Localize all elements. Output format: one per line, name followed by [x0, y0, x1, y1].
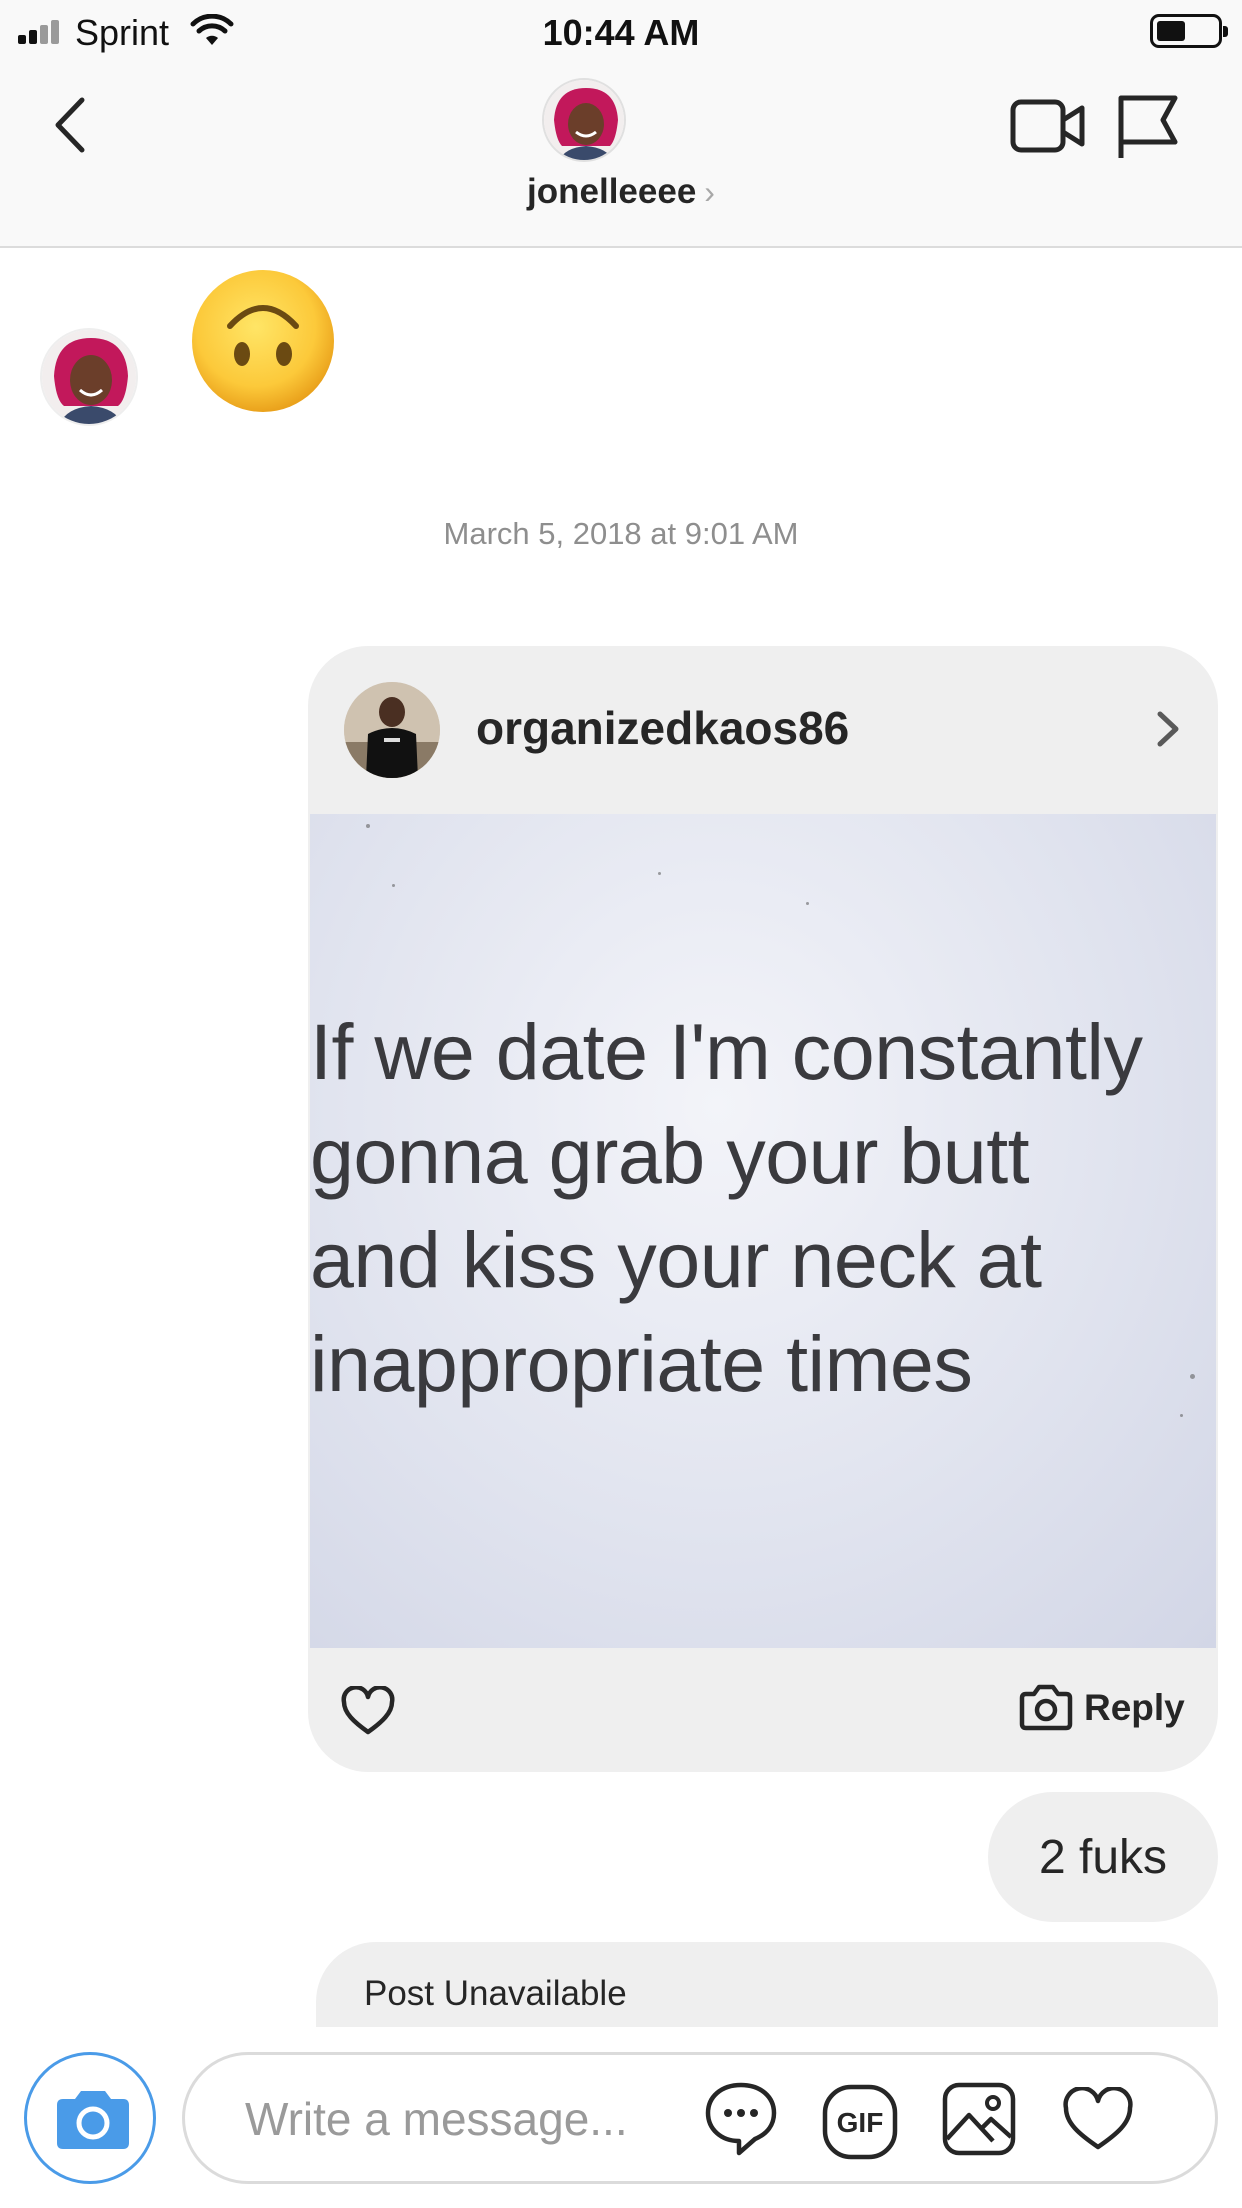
chat-bubble-dots-icon — [705, 2082, 777, 2156]
gif-button[interactable]: GIF — [821, 2083, 899, 2166]
heart-icon — [341, 1685, 395, 1735]
post-image-text-line: If we date I'm constantly — [310, 1007, 1143, 1096]
shared-post-image[interactable]: If we date I'm constantly gonna grab you… — [310, 814, 1216, 1648]
post-unavailable-label: Post Unavailable — [364, 1974, 627, 2013]
back-chevron-icon — [55, 97, 85, 153]
post-image-text: If we date I'm constantly gonna grab you… — [310, 1000, 1216, 1416]
clock: 10:44 AM — [542, 12, 700, 53]
message-timestamp: March 5, 2018 at 9:01 AM — [443, 516, 799, 551]
post-author-username: organizedkaos86 — [476, 702, 850, 754]
camera-icon — [57, 2091, 129, 2149]
video-camera-icon — [1010, 99, 1085, 153]
camera-button[interactable] — [24, 2052, 156, 2184]
reply-label: Reply — [1084, 1687, 1185, 1728]
chevron-right-icon: › — [704, 174, 715, 210]
svg-text:GIF: GIF — [837, 2107, 884, 2138]
message-input[interactable] — [245, 2089, 685, 2149]
report-flag-button[interactable] — [1115, 92, 1179, 167]
heart-icon — [1063, 2085, 1133, 2150]
sender-avatar[interactable] — [40, 328, 138, 426]
username-label: jonelleeee — [527, 172, 697, 211]
post-image-text-line: inappropriate times — [310, 1319, 973, 1408]
post-image-text-line: gonna grab your butt — [310, 1111, 1030, 1200]
chevron-right-icon — [1154, 708, 1182, 755]
status-bar: Sprint 10:44 AM — [0, 0, 1242, 62]
shared-post-header[interactable]: organizedkaos86 — [308, 646, 1218, 814]
post-image-text-line: and kiss your neck at — [310, 1215, 1042, 1304]
post-author-avatar — [344, 682, 440, 778]
reply-button[interactable]: Reply — [1018, 1684, 1185, 1732]
sent-message-text: 2 fuks — [1038, 1830, 1168, 1884]
message-composer: GIF — [182, 2052, 1218, 2184]
like-button[interactable] — [340, 1685, 396, 1741]
image-gallery-icon — [942, 2082, 1016, 2156]
gallery-button[interactable] — [941, 2081, 1017, 2162]
sent-message-bubble[interactable]: 2 fuks — [988, 1792, 1218, 1922]
camera-icon — [1019, 1684, 1073, 1731]
upside-down-face-icon — [192, 270, 334, 412]
quick-reply-button[interactable] — [703, 2079, 779, 2164]
like-heart-button[interactable] — [1061, 2085, 1135, 2158]
back-button[interactable] — [48, 90, 98, 160]
conversation-username[interactable]: jonelleeee › — [0, 172, 1242, 212]
flag-icon — [1118, 95, 1178, 158]
gif-icon: GIF — [822, 2084, 898, 2160]
battery-icon — [1150, 14, 1228, 48]
video-call-button[interactable] — [1010, 96, 1086, 161]
shared-post-card[interactable]: organizedkaos86 If we date I'm constantl… — [308, 646, 1218, 1772]
upside-down-face-emoji — [190, 268, 336, 414]
shared-post-footer: Reply — [308, 1648, 1218, 1772]
header-avatar[interactable] — [542, 78, 626, 162]
chat-header: jonelleeee › — [0, 62, 1242, 248]
